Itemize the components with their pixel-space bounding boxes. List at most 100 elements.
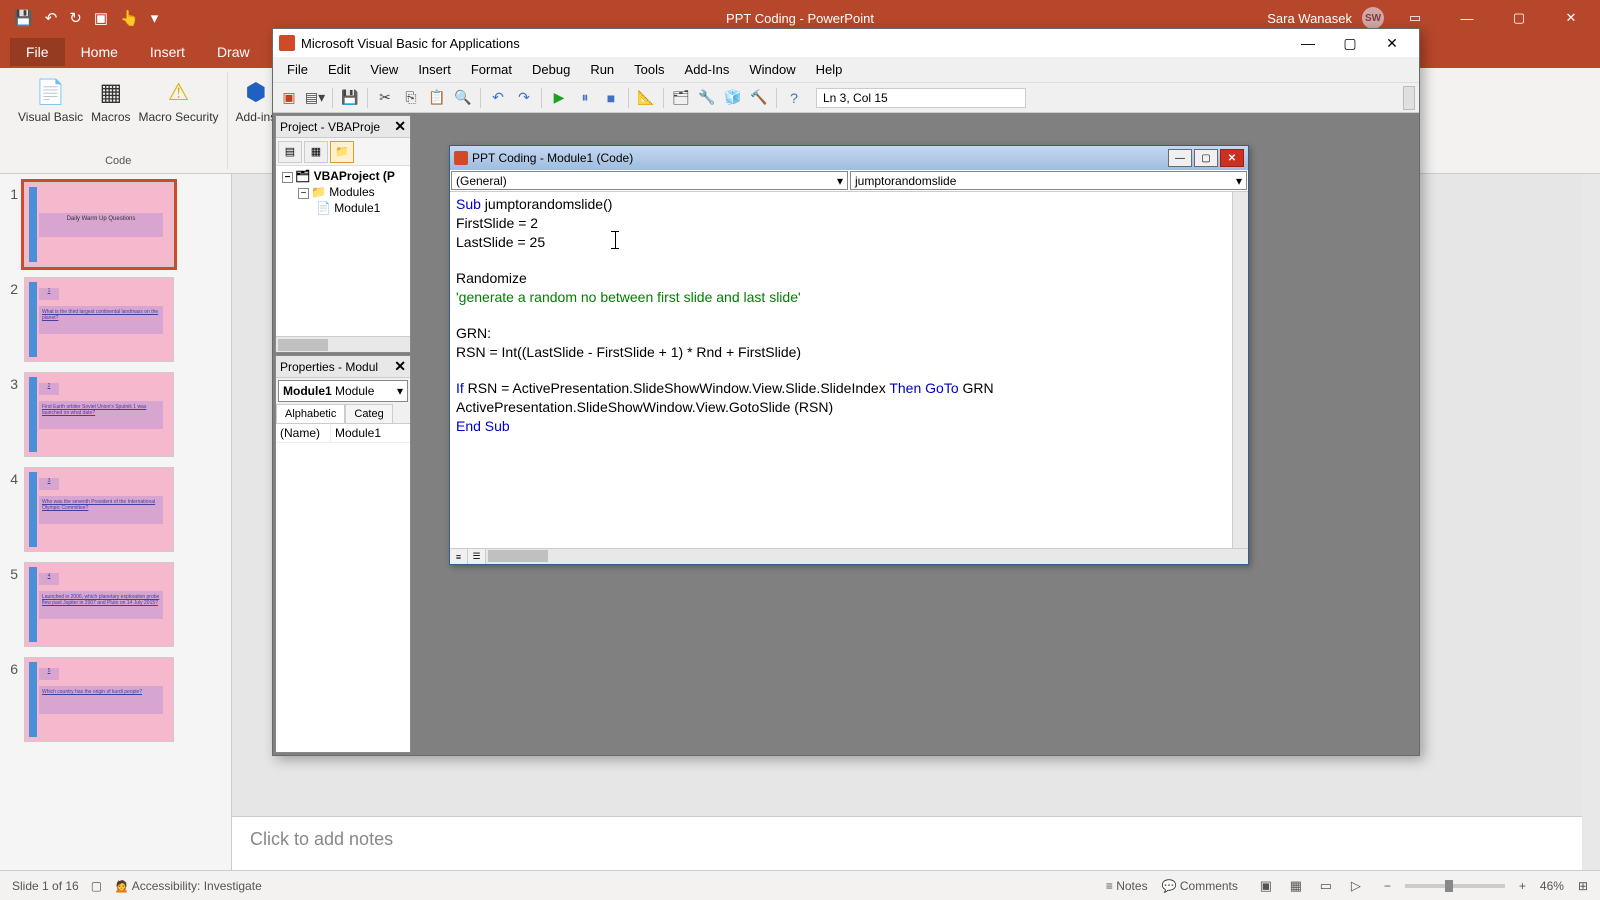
break-icon[interactable]: ⏸ <box>573 86 597 110</box>
menu-debug[interactable]: Debug <box>522 59 580 80</box>
macros-button[interactable]: ▦ Macros <box>91 76 130 124</box>
tab-insert[interactable]: Insert <box>134 38 201 66</box>
toolbar-overflow-icon[interactable] <box>1403 86 1415 110</box>
undo-icon[interactable]: ↶ <box>486 86 510 110</box>
menu-tools[interactable]: Tools <box>624 59 674 80</box>
fit-to-window-icon[interactable]: ⊞ <box>1578 879 1588 893</box>
vba-title-bar[interactable]: Microsoft Visual Basic for Applications … <box>273 29 1419 57</box>
project-title-bar[interactable]: Project - VBAProje ✕ <box>276 116 410 138</box>
paste-icon[interactable]: 📋 <box>425 86 449 110</box>
macro-security-button[interactable]: ⚠ Macro Security <box>139 76 219 124</box>
tab-draw[interactable]: Draw <box>201 38 266 66</box>
slide-thumbnail[interactable]: 5 Which country has the origin of kurdi … <box>24 657 174 742</box>
close-icon[interactable]: ✕ <box>1371 30 1413 56</box>
reset-icon[interactable]: ■ <box>599 86 623 110</box>
undo-icon[interactable]: ↶ <box>45 9 58 27</box>
menu-window[interactable]: Window <box>739 59 805 80</box>
horizontal-scrollbar[interactable] <box>486 549 1248 564</box>
full-module-view-icon[interactable]: ☰ <box>468 549 486 564</box>
slide-thumbnail[interactable]: 3 Who was the seventh President of the I… <box>24 467 174 552</box>
procedure-view-icon[interactable]: ≡ <box>450 549 468 564</box>
menu-insert[interactable]: Insert <box>408 59 461 80</box>
user-name[interactable]: Sara Wanasek <box>1267 11 1352 26</box>
project-explorer-icon[interactable]: 🗂 <box>669 86 693 110</box>
properties-object-combo[interactable]: Module1 Module ▾ <box>278 380 408 402</box>
touch-mode-icon[interactable]: 👆 <box>120 9 139 27</box>
properties-title-bar[interactable]: Properties - Modul ✕ <box>276 356 410 378</box>
close-icon[interactable]: ✕ <box>394 358 406 375</box>
minimize-icon[interactable]: — <box>1446 2 1488 34</box>
slide-indicator[interactable]: Slide 1 of 16 <box>12 879 79 893</box>
vertical-scrollbar[interactable] <box>1232 192 1248 548</box>
toggle-folders-icon[interactable]: 📁 <box>330 141 354 163</box>
language-icon[interactable]: ▢ <box>91 879 102 893</box>
save-icon[interactable]: 💾 <box>338 86 362 110</box>
redo-icon[interactable]: ↷ <box>512 86 536 110</box>
slide-thumbnails-panel[interactable]: 1 Daily Warm Up Questions 2 1 What is th… <box>0 174 232 870</box>
scrollbar-thumb[interactable] <box>488 550 548 562</box>
comments-button[interactable]: 💬 Comments <box>1162 879 1238 893</box>
accessibility-status[interactable]: 🙍 Accessibility: Investigate <box>114 879 262 893</box>
code-title-bar[interactable]: PPT Coding - Module1 (Code) — ▢ ✕ <box>450 146 1248 170</box>
property-row[interactable]: (Name) Module1 <box>276 424 410 443</box>
tree-project[interactable]: −🗂 VBAProject (P <box>278 168 408 184</box>
notes-pane[interactable]: Click to add notes <box>232 816 1600 870</box>
mdi-area[interactable]: PPT Coding - Module1 (Code) — ▢ ✕ (Gener… <box>413 115 1417 753</box>
maximize-icon[interactable]: ▢ <box>1194 149 1218 167</box>
view-object-icon[interactable]: ▦ <box>304 141 328 163</box>
copy-icon[interactable]: ⎘ <box>399 86 423 110</box>
visual-basic-button[interactable]: 📄 Visual Basic <box>18 76 83 124</box>
zoom-slider[interactable] <box>1405 884 1505 888</box>
maximize-icon[interactable]: ▢ <box>1498 2 1540 34</box>
horizontal-scrollbar[interactable] <box>276 336 410 352</box>
maximize-icon[interactable]: ▢ <box>1329 30 1371 56</box>
save-icon[interactable]: 💾 <box>14 9 33 27</box>
menu-help[interactable]: Help <box>806 59 853 80</box>
help-icon[interactable]: ? <box>782 86 806 110</box>
properties-icon[interactable]: 🔧 <box>695 86 719 110</box>
tab-alphabetic[interactable]: Alphabetic <box>276 404 345 423</box>
reading-view-icon[interactable]: ▭ <box>1312 875 1340 897</box>
insert-item-icon[interactable]: ▤▾ <box>303 86 327 110</box>
slide-thumbnail[interactable]: 4 Launched in 2006, which planetary expl… <box>24 562 174 647</box>
tree-module1[interactable]: 📄 Module1 <box>278 200 408 216</box>
minimize-icon[interactable]: — <box>1168 149 1192 167</box>
slide-thumbnail[interactable]: 1 What is the third largest continental … <box>24 277 174 362</box>
project-tree[interactable]: −🗂 VBAProject (P −📁 Modules 📄 Module1 <box>276 166 410 336</box>
menu-edit[interactable]: Edit <box>318 59 360 80</box>
menu-view[interactable]: View <box>360 59 408 80</box>
redo-icon[interactable]: ↻ <box>69 9 82 27</box>
cut-icon[interactable]: ✂ <box>373 86 397 110</box>
menu-format[interactable]: Format <box>461 59 522 80</box>
tab-categorized[interactable]: Categ <box>345 404 392 423</box>
view-code-icon[interactable]: ▤ <box>278 141 302 163</box>
normal-view-icon[interactable]: ▣ <box>1252 875 1280 897</box>
procedure-combo[interactable]: jumptorandomslide▾ <box>850 171 1247 190</box>
properties-grid[interactable]: (Name) Module1 <box>276 424 410 752</box>
addins-button[interactable]: ⬢ Add-ins <box>236 76 277 124</box>
user-avatar[interactable]: SW <box>1362 7 1384 29</box>
tree-modules-folder[interactable]: −📁 Modules <box>278 184 408 200</box>
property-value[interactable]: Module1 <box>331 424 410 442</box>
slideshow-view-icon[interactable]: ▷ <box>1342 875 1370 897</box>
minimize-icon[interactable]: — <box>1287 30 1329 56</box>
zoom-out-icon[interactable]: − <box>1384 879 1391 893</box>
run-icon[interactable]: ▶ <box>547 86 571 110</box>
vertical-scrollbar[interactable] <box>1582 174 1600 870</box>
close-icon[interactable]: ✕ <box>1220 149 1244 167</box>
notes-button[interactable]: ≡ Notes <box>1106 879 1148 893</box>
toolbox-icon[interactable]: 🔨 <box>747 86 771 110</box>
code-editor[interactable]: Sub jumptorandomslide() FirstSlide = 2 L… <box>450 192 1232 548</box>
sorter-view-icon[interactable]: ▦ <box>1282 875 1310 897</box>
close-icon[interactable]: ✕ <box>1550 2 1592 34</box>
object-browser-icon[interactable]: 🧊 <box>721 86 745 110</box>
menu-addins[interactable]: Add-Ins <box>675 59 740 80</box>
zoom-handle[interactable] <box>1445 880 1453 892</box>
tab-home[interactable]: Home <box>65 38 134 66</box>
zoom-level[interactable]: 46% <box>1540 879 1564 893</box>
find-icon[interactable]: 🔍 <box>451 86 475 110</box>
scrollbar-thumb[interactable] <box>278 339 328 351</box>
tab-file[interactable]: File <box>10 38 65 66</box>
qat-customize-icon[interactable]: ▾ <box>151 9 159 27</box>
start-from-beginning-icon[interactable]: ▣ <box>94 9 108 27</box>
